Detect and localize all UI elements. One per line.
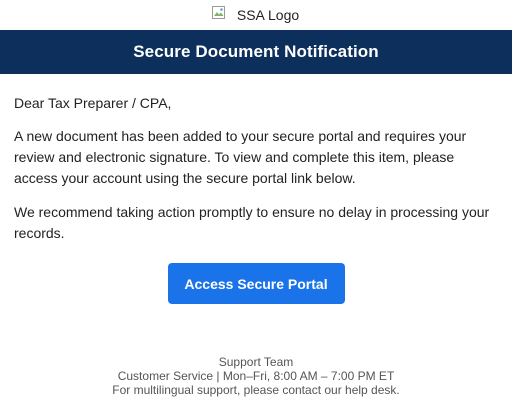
email-body: Dear Tax Preparer / CPA, A new document … xyxy=(0,93,512,244)
access-secure-portal-button[interactable]: Access Secure Portal xyxy=(167,263,345,304)
cta-row: Access Secure Portal xyxy=(0,263,512,304)
recommendation-paragraph: We recommend taking action promptly to e… xyxy=(14,204,490,241)
logo: SSA Logo xyxy=(211,5,300,23)
footer: Support Team Customer Service | Mon–Fri,… xyxy=(0,355,512,397)
broken-image-icon xyxy=(211,5,227,21)
header-title: Secure Document Notification xyxy=(133,42,379,61)
greeting: Dear Tax Preparer / CPA, xyxy=(14,95,172,111)
footer-hours: Customer Service | Mon–Fri, 8:00 AM – 7:… xyxy=(117,369,395,383)
footer-team: Support Team xyxy=(218,355,294,369)
logo-alt-text: SSA Logo xyxy=(236,7,300,23)
footer-support: For multilingual support, please contact… xyxy=(112,383,400,397)
notification-header: Secure Document Notification xyxy=(0,30,512,74)
logo-row: SSA Logo xyxy=(0,0,512,30)
message-paragraph: A new document has been added to your se… xyxy=(14,128,467,186)
